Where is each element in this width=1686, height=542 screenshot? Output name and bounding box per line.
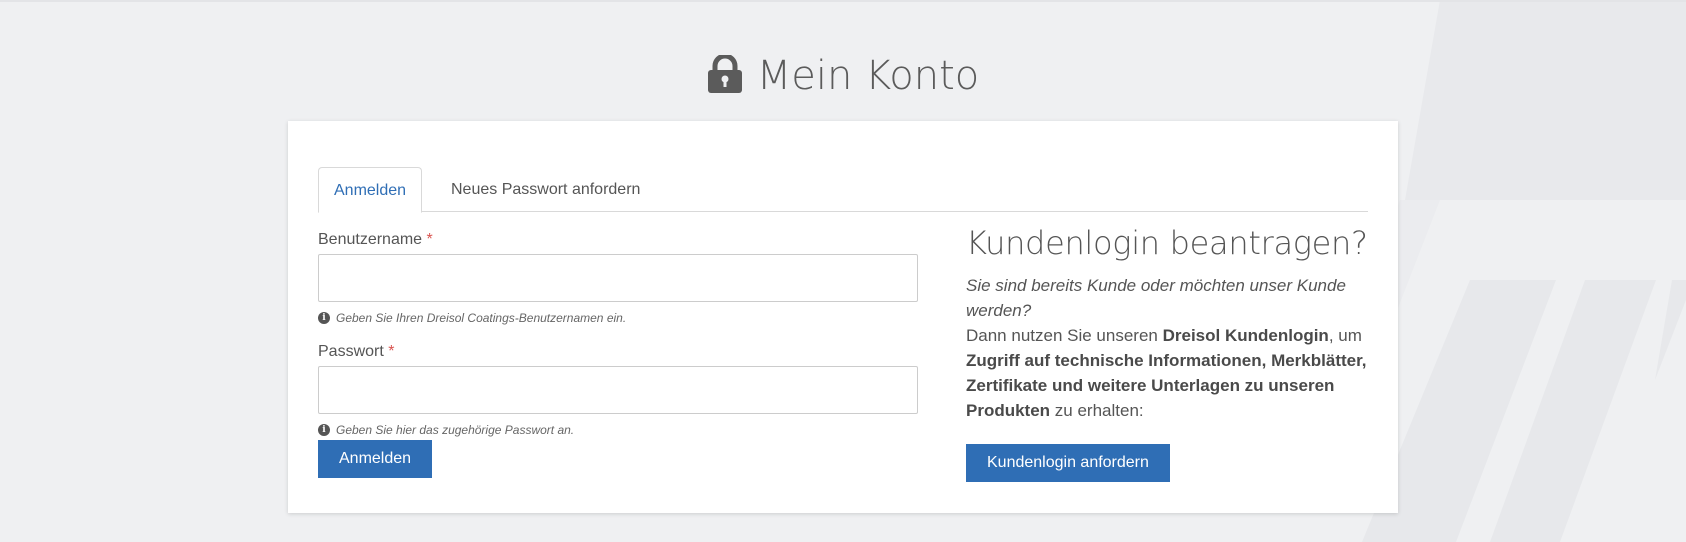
login-form: Benutzername * i Geben Sie Ihren Dreisol… (318, 229, 918, 438)
account-card: Anmelden Neues Passwort anfordern Benutz… (288, 121, 1398, 513)
password-help: i Geben Sie hier das zugehörige Passwort… (318, 422, 918, 438)
request-login-button[interactable]: Kundenlogin anfordern (966, 444, 1170, 482)
bg-stripe (1655, 280, 1686, 380)
password-input[interactable] (318, 366, 918, 414)
tab-new-password[interactable]: Neues Passwort anfordern (436, 167, 655, 212)
page-header: Mein Konto (0, 52, 1686, 100)
page-title: Mein Konto (756, 53, 980, 99)
customer-login-panel: Kundenlogin beantragen? Sie sind bereits… (966, 223, 1376, 423)
password-label: Passwort * (318, 341, 918, 363)
password-label-text: Passwort (318, 343, 384, 360)
info-icon: i (318, 312, 330, 324)
panel-body-text: zu erhalten: (1050, 401, 1144, 420)
username-label: Benutzername * (318, 229, 918, 251)
username-label-text: Benutzername (318, 231, 423, 248)
panel-body-bold: Zugriff auf technische Informationen, Me… (966, 351, 1367, 420)
panel-intro: Sie sind bereits Kunde oder möchten unse… (966, 276, 1346, 320)
username-help-text: Geben Sie Ihren Dreisol Coatings-Benutze… (336, 311, 627, 325)
bg-stripe (1405, 0, 1686, 200)
password-help-text: Geben Sie hier das zugehörige Passwort a… (336, 423, 575, 437)
required-marker: * (426, 231, 433, 248)
top-divider (0, 0, 1686, 2)
username-input[interactable] (318, 254, 918, 302)
info-icon: i (318, 424, 330, 436)
username-help: i Geben Sie Ihren Dreisol Coatings-Benut… (318, 310, 918, 326)
panel-body: Dann nutzen Sie unseren Dreisol Kundenlo… (966, 323, 1376, 423)
panel-body-bold: Dreisol Kundenlogin (1162, 326, 1329, 345)
panel-body-text: , um (1328, 326, 1362, 345)
panel-body-text: Dann nutzen Sie unseren (966, 326, 1163, 345)
login-submit-button[interactable]: Anmelden (318, 440, 433, 478)
tab-login[interactable]: Anmelden (318, 167, 423, 213)
required-marker: * (388, 343, 395, 360)
panel-title: Kundenlogin beantragen? (966, 224, 1368, 262)
lock-icon (707, 53, 743, 98)
tab-bar: Anmelden Neues Passwort anfordern (318, 167, 1368, 213)
